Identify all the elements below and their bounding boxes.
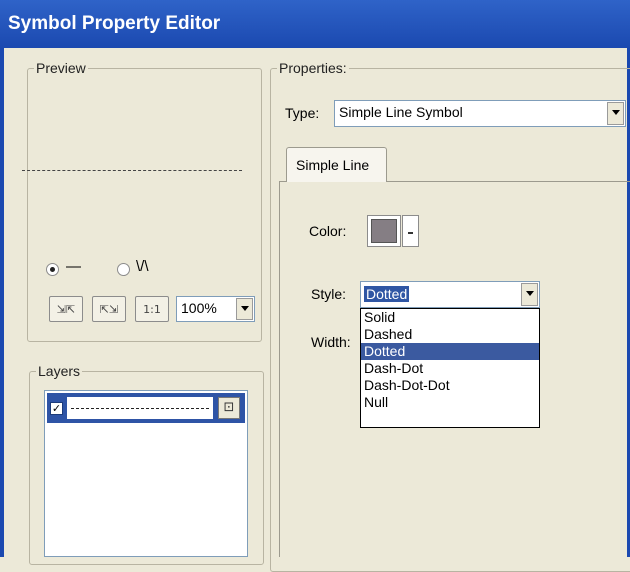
style-option-dotted[interactable]: Dotted [361, 343, 539, 360]
tab-simple-line-label: Simple Line [296, 157, 370, 173]
actual-size-icon: 1:1 [143, 302, 161, 316]
color-dropdown-button[interactable] [402, 215, 419, 247]
color-picker-button[interactable] [367, 215, 401, 247]
zoom-out-button[interactable]: ⇱⇲ [92, 296, 126, 322]
radio-line-label: — [66, 258, 81, 275]
color-swatch-fill [371, 219, 397, 243]
zoom-combo[interactable]: 100% [176, 296, 255, 322]
zoom-out-icon: ⇱⇲ [99, 302, 119, 316]
chevron-down-icon[interactable] [607, 102, 624, 125]
width-label: Width: [311, 334, 351, 350]
actual-size-button[interactable]: 1:1 [135, 296, 169, 322]
tab-simple-line[interactable]: Simple Line [286, 147, 387, 182]
type-value: Simple Line Symbol [339, 104, 463, 120]
window-title: Symbol Property Editor [8, 13, 221, 34]
color-label: Color: [309, 223, 347, 239]
layers-legend: Layers [38, 363, 81, 379]
layers-list[interactable]: ✓ ⊡ [44, 390, 248, 557]
zoom-value: 100% [181, 300, 217, 316]
window-frame-left [0, 48, 4, 557]
layer-row[interactable]: ✓ ⊡ [47, 393, 245, 423]
title-bar: Symbol Property Editor [0, 0, 630, 48]
style-value: Dotted [364, 286, 410, 302]
type-select[interactable]: Simple Line Symbol [334, 100, 626, 127]
style-option-solid[interactable]: Solid [361, 309, 539, 326]
style-option-null[interactable]: Null [361, 394, 539, 411]
type-label: Type: [285, 105, 320, 121]
style-dropdown-list[interactable]: Solid Dashed Dotted Dash-Dot Dash-Dot-Do… [360, 308, 540, 428]
radio-fill-label: \/\ [136, 258, 149, 275]
style-label: Style: [311, 286, 347, 302]
layer-line-sample [66, 396, 214, 420]
style-option-dashed[interactable]: Dashed [361, 326, 539, 343]
zoom-in-icon: ⇲⇱ [56, 302, 76, 316]
radio-line-preview[interactable] [46, 263, 59, 276]
layer-lock-icon[interactable]: ⊡ [218, 397, 240, 419]
preview-legend: Preview [36, 60, 86, 76]
style-option-dash-dot[interactable]: Dash-Dot [361, 360, 539, 377]
preview-line-sample [22, 170, 242, 171]
radio-fill-preview[interactable] [117, 263, 130, 276]
zoom-in-button[interactable]: ⇲⇱ [49, 296, 83, 322]
chevron-down-icon[interactable] [236, 298, 253, 320]
chevron-down-icon[interactable] [521, 283, 538, 306]
layer-visible-checkbox[interactable]: ✓ [50, 402, 63, 415]
style-select[interactable]: Dotted [360, 281, 540, 308]
style-option-dash-dot-dot[interactable]: Dash-Dot-Dot [361, 377, 539, 394]
properties-legend: Properties: [279, 60, 347, 76]
